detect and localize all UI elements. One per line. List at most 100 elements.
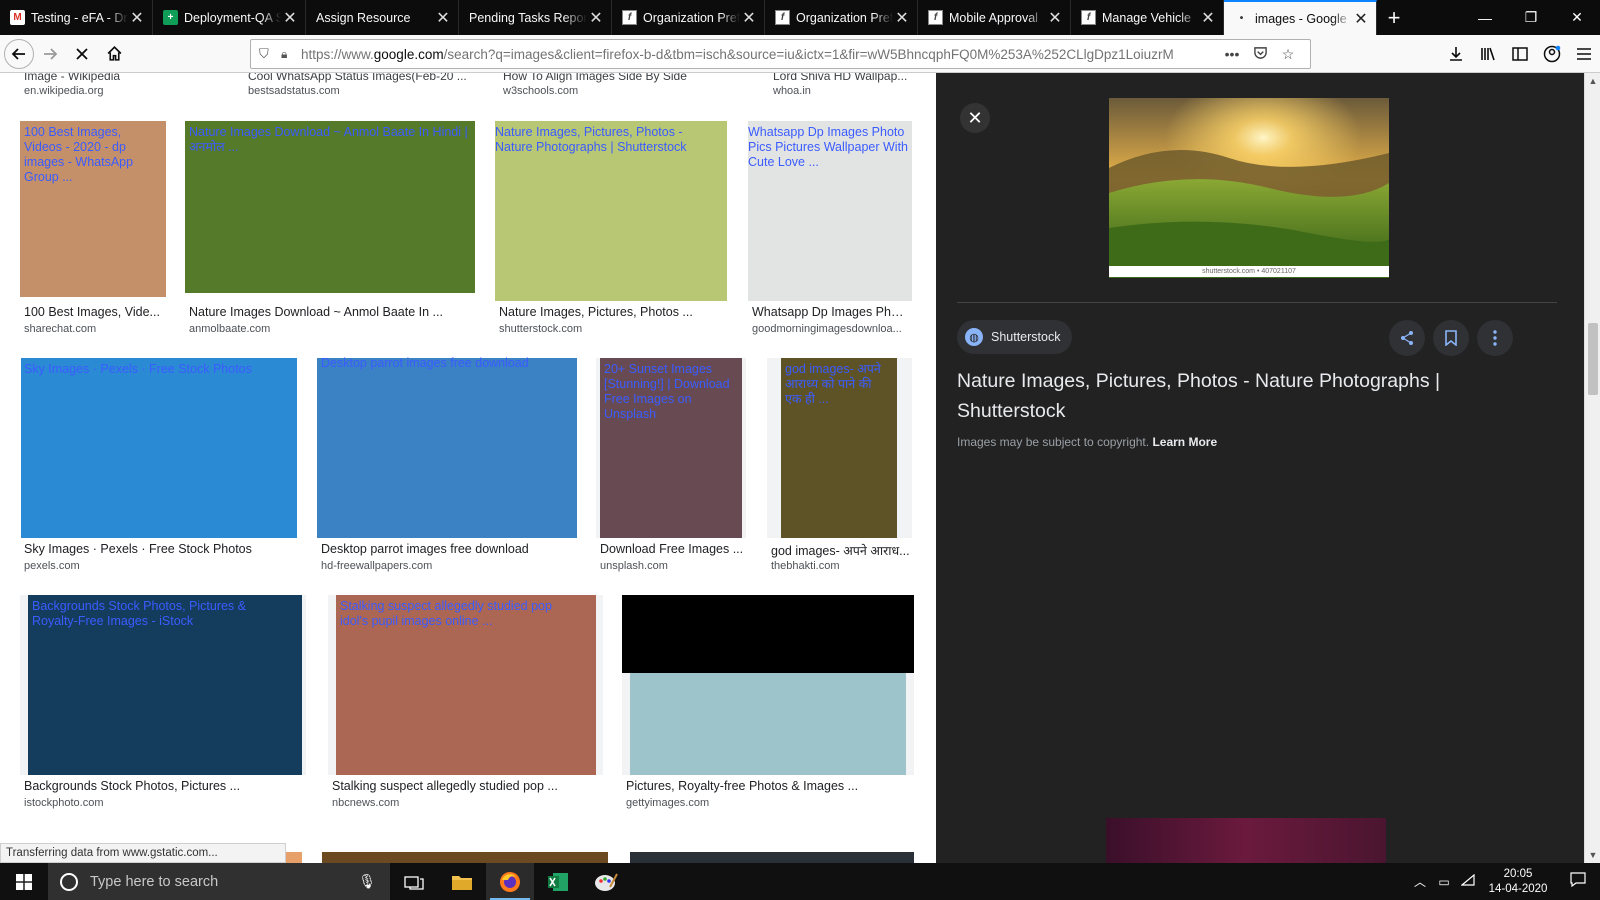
close-tab-icon[interactable]: ✕	[281, 9, 299, 27]
new-tab-icon[interactable]: +	[1377, 0, 1411, 35]
tab-pending-tasks[interactable]: Pending Tasks Report ✕	[459, 0, 612, 35]
result-caption[interactable]: Nature Images Download ~ Anmol Baate In …	[189, 305, 469, 319]
lock-icon[interactable]: 🔒︎	[281, 47, 301, 62]
tab-mobile-approval[interactable]: f Mobile Approval ✕	[918, 0, 1071, 35]
result-title[interactable]: Image - Wikipedia	[24, 73, 164, 83]
result-caption[interactable]: 100 Best Images, Vide...	[24, 305, 164, 319]
learn-more-link[interactable]: Learn More	[1152, 435, 1217, 449]
result-source[interactable]: shutterstock.com	[499, 323, 582, 335]
result-source[interactable]: pexels.com	[24, 560, 80, 572]
save-bookmark-icon[interactable]	[1433, 320, 1469, 356]
preview-scrollbar[interactable]: ▲ ▼	[1584, 73, 1600, 863]
tab-organization-pref-1[interactable]: f Organization Pref ✕	[612, 0, 765, 35]
result-card[interactable]: Nature Images Download ~ Anmol Baate In …	[185, 121, 477, 343]
close-tab-icon[interactable]: ✕	[1352, 10, 1370, 28]
more-options-icon[interactable]	[1477, 320, 1513, 356]
share-icon[interactable]	[1389, 320, 1425, 356]
result-card[interactable]: 20+ Sunset Images [Stunning!] | Download…	[596, 358, 746, 580]
result-card[interactable]: Stalking suspect allegedly studied pop i…	[328, 595, 603, 817]
file-explorer-icon[interactable]	[438, 863, 486, 900]
close-tab-icon[interactable]: ✕	[1199, 9, 1217, 27]
result-title[interactable]: How To Align Images Side By Side	[503, 73, 723, 83]
result-source[interactable]: sharechat.com	[24, 323, 96, 335]
wifi-icon[interactable]	[1456, 873, 1480, 889]
result-title[interactable]: Cool WhatsApp Status Images(Feb-20 ...	[248, 73, 478, 83]
result-card[interactable]: Pictures, Royalty-free Photos & Images .…	[622, 595, 914, 817]
close-tab-icon[interactable]: ✕	[128, 9, 146, 27]
tab-assign-resource[interactable]: Assign Resource ✕	[306, 0, 459, 35]
source-site-chip[interactable]: ◍ Shutterstock	[957, 320, 1073, 354]
result-source[interactable]: thebhakti.com	[771, 560, 839, 572]
result-caption[interactable]: Download Free Images ...	[600, 542, 746, 556]
result-thumbnail[interactable]	[322, 852, 608, 863]
tab-testing-efa[interactable]: M Testing - eFA - Dr ✕	[0, 0, 153, 35]
result-title[interactable]: Lord Shiva HD Wallpap...	[773, 73, 913, 83]
forward-arrow-icon[interactable]	[34, 38, 66, 70]
result-source[interactable]: istockphoto.com	[24, 797, 103, 809]
back-arrow-icon[interactable]	[4, 38, 34, 69]
result-caption[interactable]: Backgrounds Stock Photos, Pictures ...	[24, 779, 304, 793]
home-icon[interactable]	[98, 38, 130, 70]
related-image-thumbnail[interactable]	[1106, 818, 1386, 863]
excel-icon[interactable]	[534, 863, 582, 900]
result-source[interactable]: anmolbaate.com	[189, 323, 270, 335]
taskbar-search-box[interactable]: Type here to search 🎙︎	[48, 863, 390, 900]
result-source[interactable]: gettyimages.com	[626, 797, 709, 809]
result-card[interactable]: god images- अपने आराध्य को पाने की एक ही…	[767, 358, 912, 580]
result-source[interactable]: goodmorningimagesdownloa...	[752, 323, 910, 335]
close-tab-icon[interactable]: ✕	[893, 9, 911, 27]
result-caption[interactable]: Stalking suspect allegedly studied pop .…	[332, 779, 602, 793]
result-card[interactable]: 100 Best Images, Videos - 2020 - dp imag…	[20, 121, 166, 343]
stop-loading-icon[interactable]	[66, 38, 98, 70]
chevron-up-icon[interactable]: ︿	[1408, 873, 1432, 890]
result-thumbnail[interactable]	[21, 358, 297, 538]
result-caption[interactable]: god images- अपने आराध...	[771, 542, 911, 559]
result-source[interactable]: bestsadstatus.com	[248, 85, 340, 97]
close-tab-icon[interactable]: ✕	[1046, 9, 1064, 27]
close-tab-icon[interactable]: ✕	[740, 9, 758, 27]
paint-icon[interactable]	[582, 863, 630, 900]
result-card[interactable]: Backgrounds Stock Photos, Pictures & Roy…	[20, 595, 306, 817]
result-caption[interactable]: Whatsapp Dp Images Phot...	[752, 305, 910, 319]
tab-deployment-qa[interactable]: + Deployment-QA S ✕	[153, 0, 306, 35]
bookmark-star-icon[interactable]: ☆	[1274, 46, 1302, 63]
account-icon[interactable]	[1536, 38, 1568, 70]
notifications-icon[interactable]	[1556, 872, 1600, 891]
result-source[interactable]: nbcnews.com	[332, 797, 399, 809]
microphone-icon[interactable]: 🎙︎	[358, 873, 376, 890]
result-card[interactable]: Whatsapp Dp Images Photo Pics Pictures W…	[748, 121, 912, 343]
clock[interactable]: 20:05 14-04-2020	[1480, 867, 1556, 897]
result-thumbnail[interactable]	[630, 852, 914, 863]
result-thumbnail[interactable]	[630, 673, 906, 775]
result-source[interactable]: w3schools.com	[503, 85, 578, 97]
sidebar-icon[interactable]	[1504, 38, 1536, 70]
restore-icon[interactable]: ❐	[1508, 0, 1554, 35]
tab-images-google[interactable]: • images - Google S ✕	[1224, 0, 1377, 35]
close-tab-icon[interactable]: ✕	[434, 9, 452, 27]
firefox-taskbar-icon[interactable]	[486, 863, 534, 900]
close-icon[interactable]: ✕	[960, 103, 990, 133]
task-view-icon[interactable]	[390, 863, 438, 900]
result-caption[interactable]: Sky Images · Pexels · Free Stock Photos	[24, 542, 296, 556]
library-icon[interactable]	[1472, 38, 1504, 70]
result-caption[interactable]: Nature Images, Pictures, Photos ...	[499, 305, 723, 319]
preview-image[interactable]	[1109, 98, 1389, 278]
result-source[interactable]: en.wikipedia.org	[24, 85, 104, 97]
downloads-icon[interactable]	[1440, 38, 1472, 70]
result-caption[interactable]: Desktop parrot images free download	[321, 542, 577, 556]
tracking-shield-icon[interactable]: ⛉	[259, 46, 281, 62]
minimize-icon[interactable]: —	[1462, 0, 1508, 35]
result-caption[interactable]: Pictures, Royalty-free Photos & Images .…	[626, 779, 912, 793]
tab-organization-pref-2[interactable]: f Organization Pref ✕	[765, 0, 918, 35]
preview-title[interactable]: Nature Images, Pictures, Photos - Nature…	[957, 366, 1517, 426]
menu-hamburger-icon[interactable]	[1568, 38, 1600, 70]
tab-manage-vehicle[interactable]: f Manage Vehicle ✕	[1071, 0, 1224, 35]
scroll-down-icon[interactable]: ▼	[1585, 847, 1600, 863]
result-card[interactable]: Nature Images, Pictures, Photos - Nature…	[495, 121, 727, 343]
result-card[interactable]: Sky Images · Pexels · Free Stock Photos …	[20, 358, 298, 580]
scroll-up-icon[interactable]: ▲	[1585, 73, 1600, 89]
result-source[interactable]: hd-freewallpapers.com	[321, 560, 432, 572]
result-card[interactable]: Desktop parrot images free download Desk…	[317, 356, 579, 580]
battery-icon[interactable]: ▭	[1432, 875, 1456, 889]
url-bar[interactable]: ⛉ 🔒︎ https://www.google.com/search?q=ima…	[250, 39, 1311, 69]
